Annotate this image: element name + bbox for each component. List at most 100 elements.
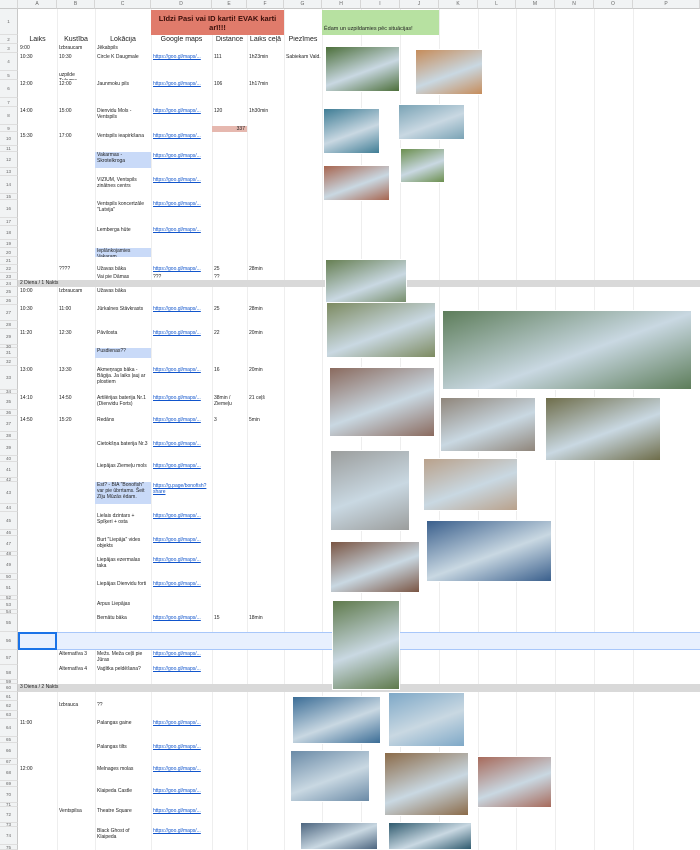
corner-cell[interactable] (0, 0, 18, 9)
maps-link[interactable]: https://goo.gl/maps/... (153, 133, 211, 146)
maps-link[interactable]: https://goo.gl/maps/... (153, 81, 211, 98)
row-header[interactable]: 56 (0, 632, 18, 650)
maps-link[interactable]: https://goo.gl/maps/... (153, 651, 211, 665)
row-header[interactable]: 58 (0, 665, 18, 680)
maps-link[interactable]: https://goo.gl/maps/... (153, 720, 211, 737)
maps-link[interactable]: https://g.page/bonofish?share (153, 483, 211, 504)
maps-link[interactable]: https://goo.gl/maps/... (153, 266, 211, 273)
row-header[interactable]: 37 (0, 416, 18, 432)
maps-link[interactable]: https://goo.gl/maps/... (153, 615, 211, 632)
row-header[interactable]: 55 (0, 614, 18, 632)
column-header-i[interactable]: I (361, 0, 400, 9)
row-header[interactable]: 13 (0, 168, 18, 176)
row-header[interactable]: 33 (0, 366, 18, 390)
row-header[interactable]: 5 (0, 71, 18, 80)
row-header[interactable]: 57 (0, 650, 18, 665)
column-header-j[interactable]: J (400, 0, 439, 9)
row-header[interactable]: 62 (0, 701, 18, 711)
row-header[interactable]: 21 (0, 257, 18, 265)
maps-link[interactable]: https://goo.gl/maps/... (153, 227, 211, 240)
row-header[interactable]: 74 (0, 827, 18, 845)
column-header-e[interactable]: E (212, 0, 247, 9)
maps-link[interactable]: https://goo.gl/maps/... (153, 788, 211, 803)
row-header[interactable]: 12 (0, 152, 18, 168)
maps-link[interactable]: https://goo.gl/maps/... (153, 201, 211, 218)
maps-link[interactable]: https://goo.gl/maps/... (153, 513, 211, 530)
row-header[interactable]: 61 (0, 692, 18, 701)
row-header[interactable]: 8 (0, 107, 18, 125)
row-header[interactable]: 51 (0, 580, 18, 596)
row-header[interactable]: 18 (0, 226, 18, 240)
row-header[interactable]: 17 (0, 218, 18, 226)
row-header[interactable]: 60 (0, 684, 18, 692)
row-header[interactable]: 26 (0, 297, 18, 305)
column-header-l[interactable]: L (478, 0, 516, 9)
row-header[interactable]: 44 (0, 504, 18, 512)
column-header-o[interactable]: O (594, 0, 633, 9)
row-header[interactable]: 14 (0, 176, 18, 194)
column-header-g[interactable]: G (284, 0, 322, 9)
column-header-m[interactable]: M (516, 0, 555, 9)
row-header[interactable]: 28 (0, 321, 18, 329)
row-header[interactable]: 24 (0, 280, 18, 287)
column-header-h[interactable]: H (322, 0, 361, 9)
maps-link[interactable]: https://goo.gl/maps/... (153, 153, 211, 168)
maps-link[interactable]: https://goo.gl/maps/... (153, 395, 211, 410)
row-header[interactable]: 23 (0, 273, 18, 280)
row-header[interactable]: 72 (0, 807, 18, 823)
maps-link[interactable]: https://goo.gl/maps/... (153, 463, 211, 478)
maps-link[interactable]: https://goo.gl/maps/... (153, 537, 211, 552)
row-header[interactable]: 2 (0, 35, 18, 44)
column-header-c[interactable]: C (95, 0, 151, 9)
row-header[interactable]: 64 (0, 719, 18, 737)
row-header[interactable]: 9 (0, 125, 18, 132)
maps-link[interactable]: https://goo.gl/maps/... (153, 330, 211, 345)
maps-link[interactable]: https://goo.gl/maps/... (153, 828, 211, 845)
row-header[interactable]: 25 (0, 287, 18, 297)
maps-link[interactable]: https://goo.gl/maps/... (153, 177, 211, 194)
row-header[interactable]: 41 (0, 462, 18, 478)
column-header-b[interactable]: B (57, 0, 95, 9)
maps-link[interactable]: https://goo.gl/maps/... (153, 808, 211, 823)
row-header[interactable]: 7 (0, 98, 18, 107)
row-header[interactable]: 4 (0, 53, 18, 71)
row-header[interactable]: 66 (0, 743, 18, 759)
row-header[interactable]: 47 (0, 536, 18, 552)
row-header[interactable]: 32 (0, 358, 18, 366)
row-header[interactable]: 63 (0, 711, 18, 719)
column-header-f[interactable]: F (247, 0, 284, 9)
row-header[interactable]: 20 (0, 248, 18, 257)
column-header-p[interactable]: P (633, 0, 700, 9)
row-header[interactable]: 39 (0, 440, 18, 456)
row-header[interactable]: 1 (0, 9, 18, 35)
column-header-a[interactable]: A (18, 0, 57, 9)
maps-link[interactable]: https://goo.gl/maps/... (153, 306, 211, 321)
maps-link[interactable]: https://goo.gl/maps/... (153, 744, 211, 759)
row-header[interactable]: 6 (0, 80, 18, 98)
maps-link[interactable]: https://goo.gl/maps/... (153, 441, 211, 456)
row-header[interactable]: 70 (0, 787, 18, 803)
row-header[interactable]: 49 (0, 556, 18, 574)
row-header[interactable]: 29 (0, 329, 18, 345)
row-header[interactable]: 68 (0, 765, 18, 781)
column-header-n[interactable]: N (555, 0, 594, 9)
row-header[interactable]: 27 (0, 305, 18, 321)
row-header[interactable]: 43 (0, 482, 18, 504)
active-cell[interactable] (18, 632, 57, 650)
row-header[interactable]: 31 (0, 348, 18, 358)
row-header[interactable]: 10 (0, 132, 18, 146)
maps-link[interactable]: https://goo.gl/maps/... (153, 557, 211, 574)
maps-link[interactable]: https://goo.gl/maps/... (153, 417, 211, 432)
row-header[interactable]: 38 (0, 432, 18, 440)
maps-link[interactable]: https://goo.gl/maps/... (153, 367, 211, 390)
row-header[interactable]: 16 (0, 200, 18, 218)
row-header[interactable]: 45 (0, 512, 18, 530)
column-header-d[interactable]: D (151, 0, 212, 9)
row-header[interactable]: 3 (0, 44, 18, 53)
row-header[interactable]: 75 (0, 845, 18, 850)
maps-link[interactable]: https://goo.gl/maps/... (153, 581, 211, 596)
row-header[interactable]: 19 (0, 240, 18, 248)
maps-link[interactable]: https://goo.gl/maps/... (153, 766, 211, 781)
maps-link[interactable]: https://goo.gl/maps/... (153, 666, 211, 680)
row-header[interactable]: 22 (0, 265, 18, 273)
